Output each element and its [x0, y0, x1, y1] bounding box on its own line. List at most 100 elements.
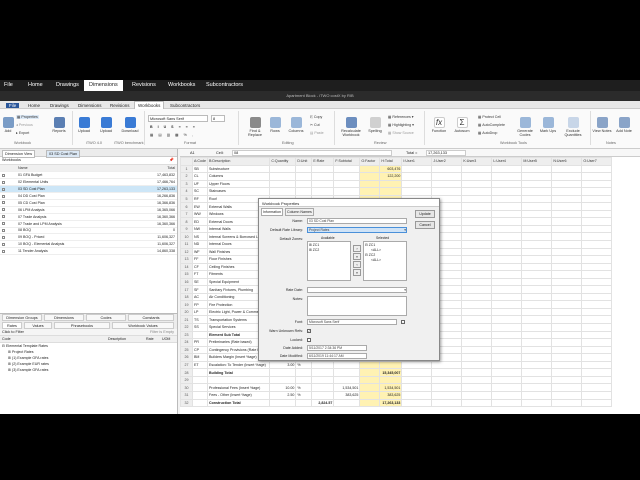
table-cell[interactable]: Upper Floors — [206, 179, 271, 189]
tab-column-names[interactable]: Column Names — [285, 208, 314, 216]
row-number[interactable]: 3 — [180, 179, 193, 189]
table-cell[interactable]: FP — [192, 300, 208, 309]
table-cell[interactable] — [581, 330, 613, 340]
table-cell[interactable] — [491, 187, 523, 196]
table-cell[interactable]: Columns — [206, 172, 271, 181]
table-cell[interactable] — [311, 383, 335, 392]
copy-button[interactable]: ⎘ Copy — [310, 115, 322, 119]
generate-codes-button[interactable]: Generate Codes — [514, 117, 536, 137]
tab-workbook-values[interactable]: Workbook Values — [112, 322, 174, 330]
table-cell[interactable] — [401, 390, 433, 400]
rate-date-input[interactable]: ▾ — [307, 287, 407, 293]
table-cell[interactable]: 3.00 — [269, 360, 297, 370]
table-cell[interactable] — [551, 224, 583, 234]
table-cell[interactable] — [521, 224, 553, 234]
table-cell[interactable]: CP — [192, 345, 208, 355]
table-cell[interactable] — [521, 194, 553, 204]
tab-workbooks[interactable]: Workbooks — [134, 101, 165, 109]
table-cell[interactable] — [581, 338, 613, 347]
list-item[interactable]: 02 Elemental Units 17,466,764 — [0, 178, 177, 187]
table-cell[interactable] — [333, 368, 361, 377]
row-number[interactable]: 16 — [180, 277, 193, 287]
table-cell[interactable] — [431, 398, 463, 408]
table-cell[interactable] — [359, 187, 381, 196]
table-cell[interactable] — [461, 390, 493, 400]
checkbox-icon[interactable] — [2, 194, 5, 198]
table-cell[interactable]: AC — [192, 292, 208, 302]
table-cell[interactable] — [551, 194, 583, 204]
table-cell[interactable]: 383,625 — [379, 390, 403, 400]
column-header[interactable]: D:Unit — [295, 157, 313, 166]
column-header[interactable]: O:User7 — [581, 157, 613, 166]
table-cell[interactable] — [461, 179, 493, 189]
table-cell[interactable] — [491, 390, 523, 400]
table-cell[interactable] — [359, 383, 381, 392]
table-cell[interactable] — [491, 330, 523, 340]
table-cell[interactable] — [551, 232, 583, 241]
table-cell[interactable]: SC — [192, 187, 208, 196]
list-item[interactable]: 05 CD Cost Plan 16,366,836 — [0, 199, 177, 207]
table-cell[interactable] — [521, 172, 553, 181]
table-cell[interactable]: SB — [192, 164, 208, 174]
table-cell[interactable] — [491, 194, 523, 204]
format-toolbar-2[interactable]: ▦ ▤ ▥ ▩ % , — [150, 133, 195, 137]
table-cell[interactable] — [431, 360, 463, 370]
row-number[interactable]: 13 — [180, 255, 193, 264]
table-cell[interactable] — [269, 375, 297, 385]
table-cell[interactable]: 17,263,133 — [379, 398, 403, 408]
table-cell[interactable] — [311, 390, 335, 400]
row-number[interactable]: 22 — [180, 323, 193, 332]
col-code[interactable]: Code — [2, 337, 11, 341]
table-cell[interactable] — [269, 187, 297, 196]
row-number[interactable]: 11 — [180, 240, 193, 249]
tab-information[interactable]: Information — [261, 208, 283, 216]
table-cell[interactable] — [551, 323, 583, 332]
corner-cell[interactable] — [180, 157, 193, 166]
move-all-left-button[interactable]: « — [353, 269, 361, 276]
table-cell[interactable] — [379, 187, 403, 196]
table-cell[interactable] — [491, 202, 523, 211]
table-cell[interactable] — [461, 345, 493, 355]
table-cell[interactable]: Staircases — [206, 187, 271, 196]
table-cell[interactable] — [551, 307, 583, 317]
table-cell[interactable]: 383,625 — [333, 390, 361, 400]
table-cell[interactable] — [461, 194, 493, 204]
rows-button[interactable]: Rows — [268, 117, 282, 133]
table-cell[interactable] — [431, 375, 463, 385]
table-cell[interactable] — [311, 187, 335, 196]
row-number[interactable]: 14 — [180, 262, 193, 272]
table-cell[interactable] — [551, 172, 583, 181]
table-cell[interactable] — [333, 398, 361, 408]
table-cell[interactable] — [491, 247, 523, 257]
autodrop-button[interactable]: ▦ AutoDrop — [478, 131, 497, 135]
col-uom[interactable]: UOM — [162, 337, 170, 341]
checkbox-icon[interactable] — [2, 222, 5, 226]
table-cell[interactable] — [461, 375, 493, 385]
table-cell[interactable]: CL — [192, 172, 208, 181]
table-cell[interactable] — [461, 330, 493, 340]
table-cell[interactable] — [581, 255, 613, 264]
table-cell[interactable] — [192, 390, 208, 400]
table-cell[interactable]: SE — [192, 277, 208, 287]
table-cell[interactable] — [491, 345, 523, 355]
outer-menu-revisions[interactable]: Revisions — [132, 82, 156, 88]
table-cell[interactable]: % — [295, 360, 313, 370]
table-cell[interactable] — [192, 383, 208, 392]
table-cell[interactable] — [401, 398, 433, 408]
table-cell[interactable] — [461, 353, 493, 362]
table-cell[interactable] — [521, 338, 553, 347]
list-item[interactable]: 06 LPM Analysis 16,365,066 — [0, 206, 177, 214]
table-cell[interactable] — [551, 383, 583, 392]
table-cell[interactable] — [431, 390, 463, 400]
row-number[interactable]: 5 — [180, 194, 193, 204]
table-cell[interactable] — [491, 277, 523, 287]
table-cell[interactable] — [581, 360, 613, 370]
table-cell[interactable] — [269, 172, 297, 181]
outer-menu-workbooks[interactable]: Workbooks — [168, 82, 195, 88]
table-cell[interactable] — [461, 360, 493, 370]
table-cell[interactable] — [551, 209, 583, 219]
column-header[interactable]: J:User2 — [431, 157, 463, 166]
tab-dimensions[interactable]: Dimensions — [44, 314, 84, 322]
table-cell[interactable] — [581, 323, 613, 332]
checkbox-icon[interactable] — [2, 180, 5, 184]
